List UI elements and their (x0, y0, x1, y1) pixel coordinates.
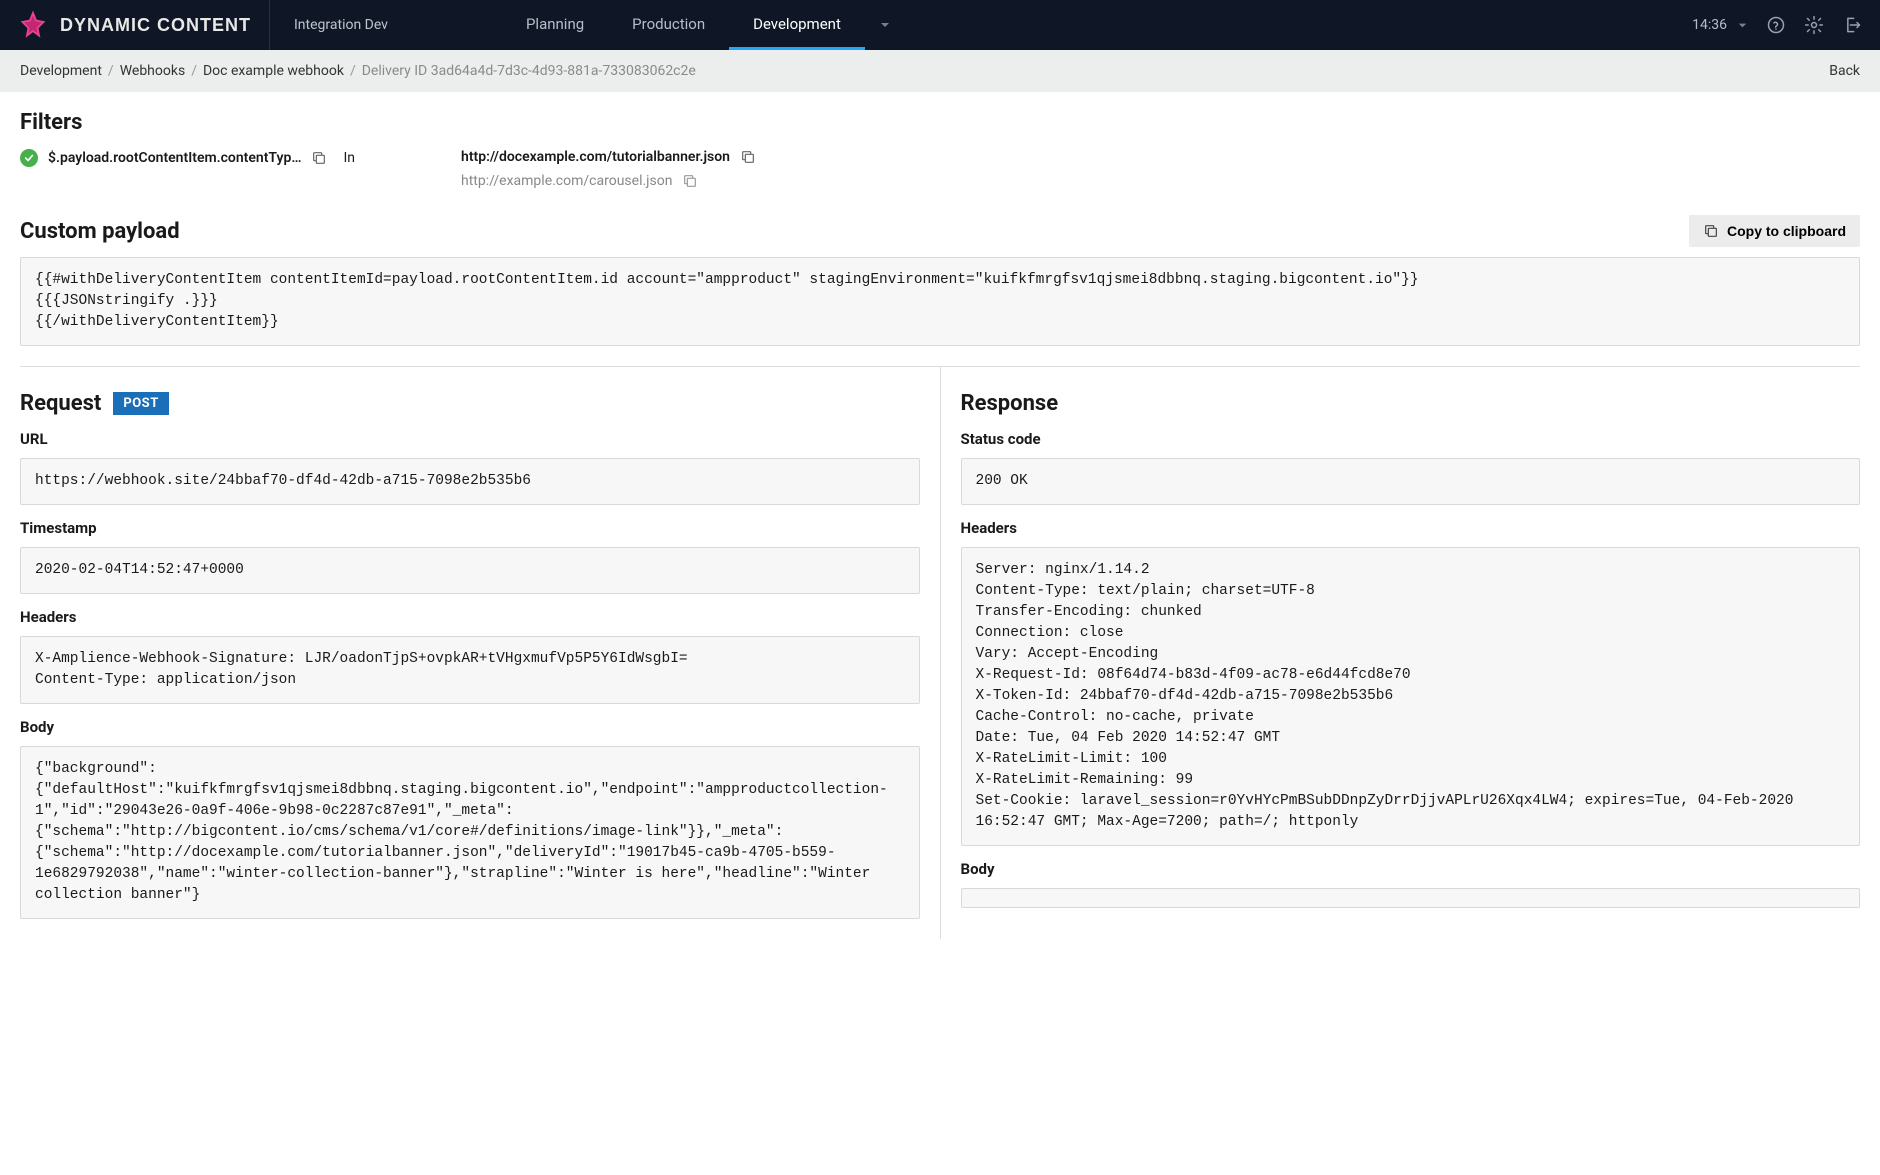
filter-values: http://docexample.com/tutorialbanner.jso… (461, 149, 756, 189)
page-content: Filters $.payload.rootContentItem.conten… (0, 92, 1880, 969)
response-body-value[interactable] (961, 888, 1861, 908)
app-logo[interactable]: DYNAMIC CONTENT (0, 0, 269, 50)
request-headers-value[interactable]: X-Amplience-Webhook-Signature: LJR/oadon… (20, 636, 920, 704)
custom-payload-code[interactable]: {{#withDeliveryContentItem contentItemId… (20, 257, 1860, 346)
filter-jsonpath: $.payload.rootContentItem.contentTyp… (48, 150, 301, 166)
tab-more-dropdown[interactable] (865, 0, 905, 50)
request-url-label: URL (20, 430, 920, 448)
request-body-label: Body (20, 718, 920, 736)
clock-time: 14:36 (1692, 17, 1727, 33)
custom-payload-header: Custom payload Copy to clipboard (20, 215, 1860, 247)
filter-in-label: In (343, 150, 355, 166)
request-response-split: Request POST URL https://webhook.site/24… (20, 366, 1860, 939)
filter-url-row: http://docexample.com/tutorialbanner.jso… (461, 149, 756, 165)
response-column: Response Status code 200 OK Headers Serv… (940, 367, 1861, 939)
back-button[interactable]: Back (1829, 63, 1860, 79)
breadcrumb: Development / Webhooks / Doc example web… (0, 50, 1880, 92)
tab-development[interactable]: Development (729, 0, 865, 50)
filters-heading: Filters (20, 110, 1860, 135)
crumb-delivery-value: 3ad64a4d-7d3c-4d93-881a-733083062c2e (431, 63, 696, 79)
request-timestamp-label: Timestamp (20, 519, 920, 537)
chevron-down-icon (1737, 20, 1748, 31)
request-heading-text: Request (20, 391, 101, 416)
copy-icon[interactable] (682, 173, 698, 189)
filter-expression: $.payload.rootContentItem.contentTyp… In (20, 149, 355, 167)
response-status-value[interactable]: 200 OK (961, 458, 1861, 505)
response-status-label: Status code (961, 430, 1861, 448)
method-badge: POST (113, 392, 168, 415)
tab-production[interactable]: Production (608, 0, 729, 50)
crumb-webhook-name[interactable]: Doc example webhook (203, 63, 344, 79)
navbar-tabs: Planning Production Development (502, 0, 905, 50)
tab-planning[interactable]: Planning (502, 0, 608, 50)
help-icon[interactable] (1766, 15, 1786, 35)
copy-icon[interactable] (311, 150, 327, 166)
copy-button-label: Copy to clipboard (1727, 223, 1846, 239)
copy-icon (1703, 223, 1719, 239)
logo-icon (18, 10, 48, 40)
filters-row: $.payload.rootContentItem.contentTyp… In… (20, 149, 1860, 189)
top-navbar: DYNAMIC CONTENT Integration Dev Planning… (0, 0, 1880, 50)
copy-icon[interactable] (740, 149, 756, 165)
logout-icon[interactable] (1842, 15, 1862, 35)
request-body-value[interactable]: {"background":{"defaultHost":"kuifkfmrgf… (20, 746, 920, 919)
response-headers-label: Headers (961, 519, 1861, 537)
request-headers-label: Headers (20, 608, 920, 626)
response-headers-value[interactable]: Server: nginx/1.14.2 Content-Type: text/… (961, 547, 1861, 846)
crumb-development[interactable]: Development (20, 63, 102, 79)
crumb-sep: / (191, 63, 197, 79)
request-timestamp-value[interactable]: 2020-02-04T14:52:47+0000 (20, 547, 920, 594)
gear-icon[interactable] (1804, 15, 1824, 35)
request-column: Request POST URL https://webhook.site/24… (20, 367, 940, 939)
crumb-sep: / (108, 63, 114, 79)
clock-display[interactable]: 14:36 (1692, 17, 1748, 33)
response-heading: Response (961, 391, 1861, 416)
filter-url-secondary: http://example.com/carousel.json (461, 173, 672, 189)
check-circle-icon (20, 149, 38, 167)
request-url-value[interactable]: https://webhook.site/24bbaf70-df4d-42db-… (20, 458, 920, 505)
crumb-delivery-prefix: Delivery ID (362, 63, 428, 79)
custom-payload-heading: Custom payload (20, 219, 180, 244)
crumb-sep: / (350, 63, 356, 79)
crumb-webhooks[interactable]: Webhooks (120, 63, 186, 79)
navbar-right: 14:36 (1692, 15, 1880, 35)
response-body-label: Body (961, 860, 1861, 878)
request-heading: Request POST (20, 391, 920, 416)
filter-url-row: http://example.com/carousel.json (461, 173, 756, 189)
crumb-delivery-id: Delivery ID 3ad64a4d-7d3c-4d93-881a-7330… (362, 63, 696, 79)
copy-to-clipboard-button[interactable]: Copy to clipboard (1689, 215, 1860, 247)
logo-text: DYNAMIC CONTENT (60, 15, 251, 36)
filter-url-primary: http://docexample.com/tutorialbanner.jso… (461, 149, 730, 165)
hub-selector[interactable]: Integration Dev (270, 17, 412, 33)
